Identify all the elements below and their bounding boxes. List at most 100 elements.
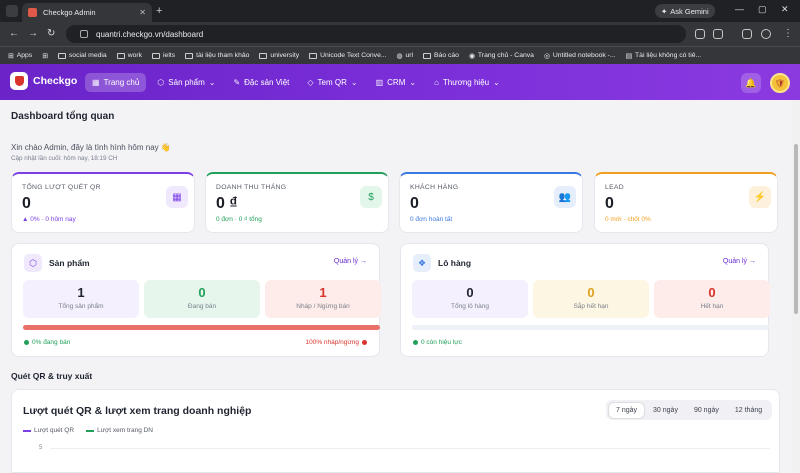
nav-item-0[interactable]: ▦ Trang chủ	[85, 73, 147, 92]
new-tab-button[interactable]: +	[156, 5, 162, 17]
folder-icon	[185, 52, 194, 59]
forward-icon[interactable]: →	[28, 28, 38, 39]
nav-item-label: CRM	[387, 78, 406, 87]
pen-icon: ✎	[233, 78, 241, 87]
bookmark-item[interactable]: tài liệu tham khảo	[185, 52, 249, 59]
extension-icon[interactable]	[695, 29, 705, 39]
site-info-icon[interactable]	[80, 30, 88, 38]
page-scrollbar[interactable]	[792, 100, 800, 473]
range-option[interactable]: 30 ngày	[646, 403, 685, 418]
tag-icon: ◇	[307, 78, 314, 87]
bell-icon[interactable]: 🔔	[741, 73, 761, 93]
box-label: Tổng lô hàng	[451, 303, 489, 310]
nav-item-2[interactable]: ✎ Đặc sản Việt	[226, 73, 296, 92]
download-icon[interactable]	[742, 29, 752, 39]
apps-grid-icon: ⊞	[8, 52, 14, 60]
batches-foot-left: 0 còn hiệu lực	[413, 339, 462, 346]
nav-item-5[interactable]: ⌂ Thương hiệu ⌄	[427, 73, 507, 92]
stat-value: 0	[605, 195, 614, 212]
bookmark-item[interactable]: Unicode Text Conve...	[309, 52, 387, 59]
last-updated-text: Cập nhật lần cuối: hôm nay, 18:19 CH	[11, 155, 118, 162]
favicon-icon	[28, 8, 37, 17]
box-value: 0	[466, 285, 474, 300]
nav-item-label: Trang chủ	[103, 78, 140, 87]
layers-icon: ❖	[413, 254, 431, 272]
canva-icon: ◉	[468, 52, 475, 60]
ask-gemini-button[interactable]: ✦ Ask Gemini	[655, 4, 715, 18]
status-dot	[413, 340, 418, 345]
box-value: 0	[708, 285, 716, 300]
nav-item-label: Tem QR	[317, 78, 347, 87]
bookmark-apps[interactable]: ⊞ Apps	[8, 52, 32, 60]
folder-icon	[259, 52, 268, 59]
window-close-button[interactable]: ✕	[781, 4, 789, 15]
box-label: Đang bán	[187, 303, 217, 310]
extensions-puzzle-icon[interactable]	[713, 29, 723, 39]
browser-tabstrip: Checkgo Admin ✕ + ✦ Ask Gemini — ▢ ✕	[0, 0, 800, 22]
bookmark-item[interactable]: ◍ url	[397, 52, 414, 60]
stat-subtext: 0 đơn · 0 ₫ tổng	[216, 216, 262, 223]
avatar[interactable]: 🛡	[770, 73, 790, 93]
notebook-icon: ◎	[543, 52, 550, 60]
chart-icon: ▥	[375, 78, 384, 87]
bookmark-item[interactable]: ◎ Untitled notebook -...	[544, 52, 616, 60]
legend-item[interactable]: Lượt xem trang DN	[86, 427, 153, 434]
reload-icon[interactable]: ↻	[47, 28, 55, 39]
legend-label: Lượt xem trang DN	[97, 427, 153, 434]
bookmark-grid-icon[interactable]: ⊞	[42, 52, 48, 60]
more-menu-icon[interactable]: ⋮	[783, 28, 793, 39]
doc-icon: ▤	[625, 52, 633, 60]
batches-title: Lô hàng	[438, 258, 472, 268]
products-title: Sản phẩm	[49, 258, 90, 268]
stat-label: KHÁCH HÀNG	[410, 184, 459, 191]
bookmark-item[interactable]: ielts	[152, 52, 175, 59]
nav-item-4[interactable]: ▥ CRM ⌄	[369, 73, 423, 92]
stat-icon: ▦	[166, 186, 188, 208]
bookmark-item[interactable]: Báo cáo	[423, 52, 459, 59]
box-label: Tổng sản phẩm	[58, 303, 104, 310]
tab-search-button[interactable]	[6, 5, 18, 17]
back-icon[interactable]: ←	[9, 28, 19, 39]
stat-icon: 👥	[554, 186, 576, 208]
box-icon: ⬡	[157, 78, 165, 87]
products-manage-link[interactable]: Quản lý →	[334, 258, 367, 265]
folder-icon	[116, 52, 125, 59]
bookmark-item[interactable]: ▤ Tài liệu không có tiê...	[626, 52, 702, 60]
close-tab-icon[interactable]: ✕	[139, 8, 146, 17]
nav-item-3[interactable]: ◇ Tem QR ⌄	[300, 73, 364, 92]
y-tick-label: 5	[39, 445, 43, 451]
range-option[interactable]: 90 ngày	[687, 403, 726, 418]
products-panel: ⬡ Sản phẩm Quản lý → 1 Tổng sản phẩm 0 Đang…	[11, 243, 381, 357]
scrollbar-thumb[interactable]	[794, 144, 798, 314]
stat-label: LEAD	[605, 184, 624, 191]
brand-logo[interactable]: Checkgo	[10, 72, 77, 90]
chevron-down-icon: ⌄	[350, 78, 358, 87]
folder-icon	[423, 52, 432, 59]
box-value: 0	[587, 285, 595, 300]
batches-manage-link[interactable]: Quản lý →	[723, 258, 756, 265]
nav-item-1[interactable]: ⬡ Sản phẩm ⌄	[150, 73, 222, 92]
store-icon: ⌂	[434, 78, 439, 87]
chevron-down-icon: ⌄	[493, 78, 500, 87]
stat-subtext: 0 mới · chốt 0%	[605, 216, 651, 223]
stat-card: TỔNG LƯỢT QUÉT QR 0 ▲ 0% · 0 hôm nay ▦	[11, 172, 195, 233]
batches-panel: ❖ Lô hàng Quản lý → 0 Tổng lô hàng 0 Sắp hế…	[400, 243, 770, 357]
scan-chart-card: Lượt quét QR & lượt xem trang doanh nghi…	[11, 389, 780, 473]
range-option[interactable]: 7 ngày	[609, 402, 645, 418]
profile-icon[interactable]	[761, 29, 771, 39]
stat-value: 0	[22, 195, 31, 212]
browser-tab[interactable]: Checkgo Admin ✕	[22, 3, 152, 22]
maximize-button[interactable]: ▢	[758, 4, 767, 15]
minimize-button[interactable]: —	[735, 4, 744, 14]
globe-icon: ◍	[396, 52, 403, 60]
batches-progress-bar	[412, 325, 769, 330]
range-option[interactable]: 12 tháng	[728, 403, 769, 418]
status-dot	[24, 340, 29, 345]
bookmark-item[interactable]: ◉ Trang chủ - Canva	[469, 52, 534, 60]
bookmark-item[interactable]: university	[259, 52, 299, 59]
legend-item[interactable]: Lượt quét QR	[23, 427, 74, 434]
address-input[interactable]: quantri.checkgo.vn/dashboard	[66, 25, 686, 43]
bookmark-item[interactable]: social media	[57, 52, 107, 59]
bookmark-item[interactable]: work	[116, 52, 142, 59]
products-foot-right: 100% nháp/ngừng	[305, 339, 367, 346]
